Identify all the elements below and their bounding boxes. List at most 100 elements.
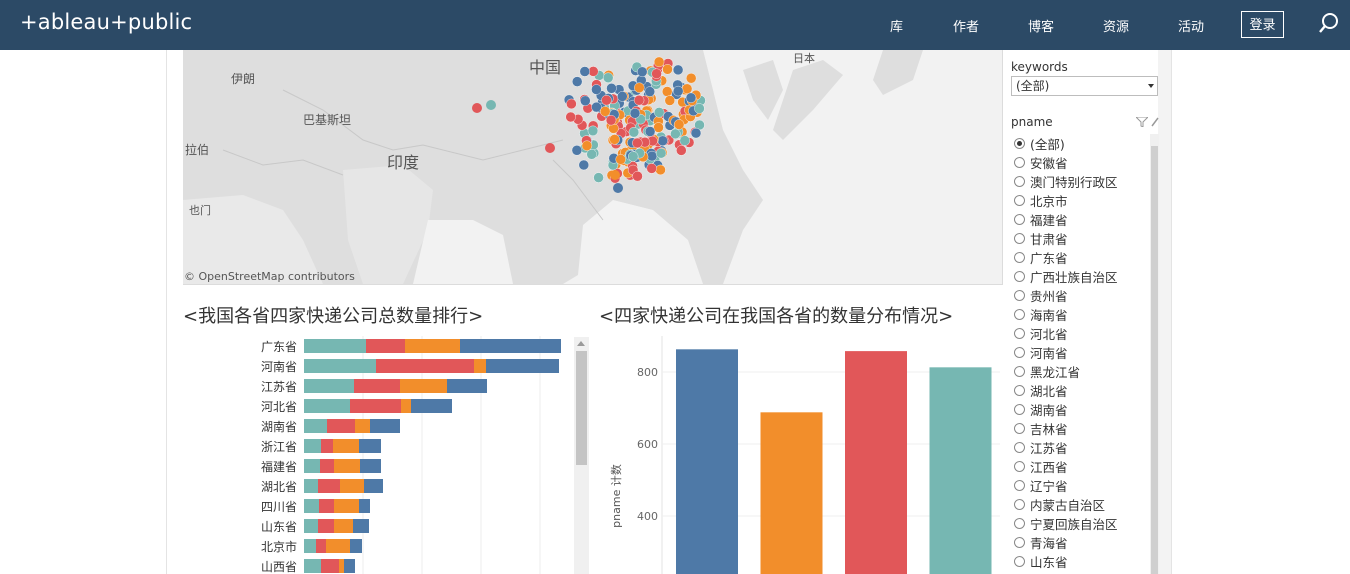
map-data-point[interactable] <box>655 164 666 176</box>
pname-option[interactable]: 内蒙古自治区 <box>1014 495 1105 514</box>
company-bar[interactable] <box>845 351 907 574</box>
map-data-point[interactable] <box>486 100 496 110</box>
radio-button[interactable] <box>1014 442 1025 453</box>
pname-option[interactable]: 青海省 <box>1014 533 1068 552</box>
map-data-point[interactable] <box>593 172 604 183</box>
map-data-point[interactable] <box>579 66 590 77</box>
bar-segment[interactable] <box>304 419 327 433</box>
radio-button[interactable] <box>1014 176 1025 187</box>
bar-segment[interactable] <box>304 539 316 553</box>
map-data-point[interactable] <box>653 56 665 68</box>
radio-button[interactable] <box>1014 309 1025 320</box>
map-data-point[interactable] <box>634 82 645 93</box>
map-data-point[interactable] <box>587 125 599 137</box>
bar-segment[interactable] <box>411 399 452 413</box>
map-data-point[interactable] <box>601 95 612 106</box>
bar-segment[interactable] <box>344 559 355 573</box>
company-distribution-chart[interactable]: 400 600 800 pname 计数 <box>600 336 1002 574</box>
radio-button[interactable] <box>1014 233 1025 244</box>
search-icon[interactable] <box>1318 12 1340 34</box>
map-data-point[interactable] <box>545 143 555 153</box>
radio-button[interactable] <box>1014 252 1025 263</box>
map-data-point[interactable] <box>686 73 697 84</box>
bar-segment[interactable] <box>304 559 321 573</box>
filter-scrollbar-thumb[interactable] <box>1151 146 1158 574</box>
pname-option[interactable]: (全部) <box>1014 134 1065 153</box>
radio-button[interactable] <box>1014 518 1025 529</box>
keywords-dropdown[interactable]: (全部) <box>1011 76 1158 96</box>
map-data-point[interactable] <box>591 101 602 113</box>
map-data-point[interactable] <box>565 111 576 123</box>
radio-button[interactable] <box>1014 366 1025 377</box>
map-data-point[interactable] <box>606 83 617 94</box>
map-data-point[interactable] <box>679 135 690 146</box>
map-data-point[interactable] <box>572 76 583 87</box>
radio-button[interactable] <box>1014 347 1025 358</box>
radio-button[interactable] <box>1014 556 1025 567</box>
map-data-point[interactable] <box>670 128 681 140</box>
map-data-point[interactable] <box>657 135 668 147</box>
map-data-point[interactable] <box>646 163 657 174</box>
bar-segment[interactable] <box>327 419 355 433</box>
scroll-up-arrow-icon[interactable] <box>577 341 585 346</box>
bar-segment[interactable] <box>474 359 486 373</box>
nav-events[interactable]: 活动 <box>1178 16 1204 35</box>
map-data-point[interactable] <box>578 159 589 171</box>
map-view[interactable]: 中国 日本 伊朗 巴基斯坦 印度 拉伯 也门 © OpenStreetMap c… <box>183 50 1003 285</box>
bar-segment[interactable] <box>340 479 364 493</box>
map-data-point[interactable] <box>591 84 602 95</box>
radio-button[interactable] <box>1014 480 1025 491</box>
bar-segment[interactable] <box>304 359 376 373</box>
pname-option[interactable]: 山东省 <box>1014 552 1068 571</box>
tableau-public-logo[interactable]: +ableau+public <box>20 10 192 34</box>
bar-segment[interactable] <box>321 439 333 453</box>
scrollbar-thumb[interactable] <box>576 351 587 465</box>
pin-icon[interactable] <box>1150 116 1160 128</box>
pname-option[interactable]: 湖南省 <box>1014 400 1068 419</box>
radio-button[interactable] <box>1014 271 1025 282</box>
radio-button[interactable] <box>1014 328 1025 339</box>
pname-option[interactable]: 福建省 <box>1014 210 1068 229</box>
map-data-point[interactable] <box>605 114 617 126</box>
radio-button[interactable] <box>1014 157 1025 168</box>
bar-segment[interactable] <box>316 539 326 553</box>
map-data-point[interactable] <box>566 98 577 110</box>
radio-button[interactable] <box>1014 214 1025 225</box>
map-data-point[interactable] <box>690 127 702 139</box>
bar-segment[interactable] <box>304 459 320 473</box>
pname-option[interactable]: 北京市 <box>1014 191 1068 210</box>
map-data-point[interactable] <box>613 183 623 193</box>
map-data-point[interactable] <box>586 149 597 160</box>
bar-segment[interactable] <box>339 559 344 573</box>
company-bar[interactable] <box>929 367 992 574</box>
map-data-point[interactable] <box>664 95 675 106</box>
bar-segment[interactable] <box>400 379 447 393</box>
map-data-point[interactable] <box>571 145 583 156</box>
nav-resources[interactable]: 资源 <box>1103 16 1129 35</box>
bar-segment[interactable] <box>334 459 360 473</box>
map-data-point[interactable] <box>673 119 685 130</box>
map-data-point[interactable] <box>685 92 697 103</box>
company-bar[interactable] <box>676 349 738 574</box>
bar-segment[interactable] <box>359 439 381 453</box>
radio-button[interactable] <box>1014 404 1025 415</box>
bar-segment[interactable] <box>353 519 369 533</box>
bar-segment[interactable] <box>304 339 366 353</box>
bar-segment[interactable] <box>318 519 334 533</box>
bar-segment[interactable] <box>304 519 318 533</box>
map-data-point[interactable] <box>655 147 667 159</box>
pname-option[interactable]: 吉林省 <box>1014 419 1068 438</box>
map-data-point[interactable] <box>628 151 639 162</box>
radio-button[interactable] <box>1014 423 1025 434</box>
bar-segment[interactable] <box>354 379 400 393</box>
bar-segment[interactable] <box>326 539 350 553</box>
pname-option[interactable]: 海南省 <box>1014 305 1068 324</box>
map-data-point[interactable] <box>633 95 645 106</box>
bar-segment[interactable] <box>405 339 460 353</box>
pname-option[interactable]: 河北省 <box>1014 324 1068 343</box>
bar-segment[interactable] <box>320 459 334 473</box>
bar-segment[interactable] <box>355 419 370 433</box>
radio-button[interactable] <box>1014 290 1025 301</box>
bar-segment[interactable] <box>318 479 340 493</box>
map-data-point[interactable] <box>637 66 648 77</box>
